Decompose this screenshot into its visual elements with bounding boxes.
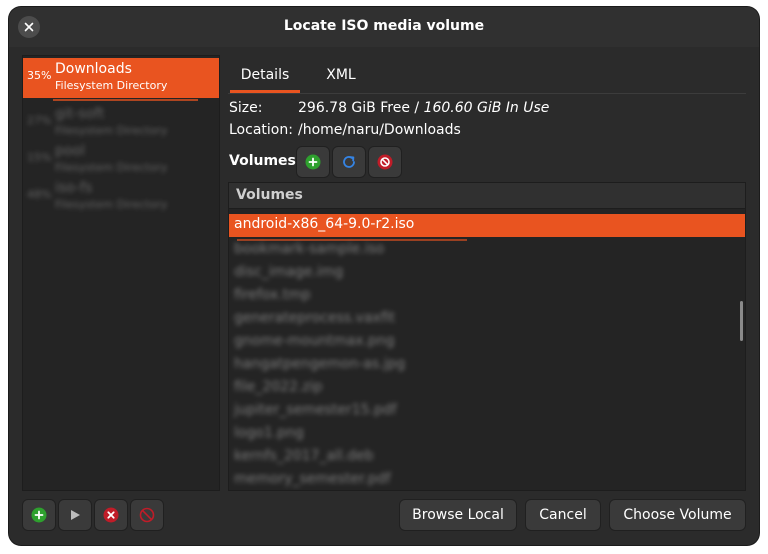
volume-row[interactable]: hangatpengemon-as.jpg	[229, 354, 745, 377]
volume-row[interactable]: disc_image.img	[229, 262, 745, 285]
stop-icon	[139, 507, 155, 523]
refresh-volumes-button[interactable]	[332, 146, 366, 178]
dialog-window: Locate ISO media volume 35% Downloads Fi…	[9, 7, 759, 545]
directory-type: Filesystem Directory	[55, 79, 168, 92]
delete-volume-button[interactable]	[368, 146, 402, 178]
location-label: Location:	[229, 122, 293, 138]
directory-item[interactable]: 27% git-soft Filesystem Directory	[23, 103, 219, 143]
directory-type: Filesystem Directory	[55, 161, 168, 174]
add-icon	[305, 154, 321, 170]
delete-icon	[103, 507, 119, 523]
tab-divider	[228, 93, 746, 94]
directory-list[interactable]: 35% Downloads Filesystem Directory 27% g…	[22, 55, 220, 491]
volume-list-header[interactable]: Volumes	[229, 183, 745, 209]
title-bar: Locate ISO media volume	[9, 7, 759, 47]
location-value: /home/naru/Downloads	[298, 122, 461, 138]
directory-name: iso-fs	[55, 180, 93, 196]
directory-name: pool	[55, 143, 85, 159]
size-in-use: 160.60 GiB In Use	[423, 100, 550, 116]
volume-row[interactable]: gnome-mountmax.png	[229, 331, 745, 354]
size-free: 296.78 GiB Free /	[298, 100, 424, 116]
volume-row[interactable]: jupiter_semester15.pdf	[229, 400, 745, 423]
volume-row[interactable]: file_2022.zip	[229, 377, 745, 400]
stop-pool-button[interactable]	[94, 499, 128, 531]
stop-icon	[377, 154, 393, 170]
usage-percent: 15%	[27, 151, 52, 164]
add-volume-button[interactable]	[296, 146, 330, 178]
delete-pool-button[interactable]	[130, 499, 164, 531]
usage-percent: 35%	[27, 69, 52, 82]
volume-list[interactable]: Volumes android-x86_64-9.0-r2.iso bookma…	[228, 182, 746, 491]
usage-percent: 48%	[27, 188, 52, 201]
window-title: Locate ISO media volume	[283, 18, 485, 34]
directory-type: Filesystem Directory	[55, 198, 168, 211]
add-pool-button[interactable]	[22, 499, 56, 531]
directory-name: Downloads	[55, 61, 132, 77]
refresh-icon	[343, 156, 355, 168]
usage-bar	[53, 99, 198, 101]
directory-item[interactable]: 48% iso-fs Filesystem Directory	[23, 177, 219, 217]
volume-row[interactable]: firefox.tmp	[229, 285, 745, 308]
add-icon	[31, 507, 47, 523]
volume-row[interactable]: bookmark-sample.iso	[229, 239, 745, 262]
cancel-button[interactable]: Cancel	[525, 499, 601, 531]
directory-item[interactable]: 15% pool Filesystem Directory	[23, 140, 219, 180]
volume-row[interactable]: logo1.png	[229, 423, 745, 446]
volume-row[interactable]: generateprocess.vaxfit	[229, 308, 745, 331]
browse-local-button[interactable]: Browse Local	[399, 499, 517, 531]
tab-xml[interactable]: XML	[318, 63, 364, 93]
size-label: Size:	[229, 100, 263, 116]
usage-percent: 27%	[27, 114, 52, 127]
scrollbar[interactable]	[740, 301, 743, 341]
play-icon	[71, 510, 80, 520]
tab-details[interactable]: Details	[230, 63, 300, 93]
directory-item[interactable]: 35% Downloads Filesystem Directory	[23, 58, 219, 98]
choose-volume-button[interactable]: Choose Volume	[609, 499, 746, 531]
column-header-volumes: Volumes	[236, 187, 303, 203]
size-value: 296.78 GiB Free / 160.60 GiB In Use	[298, 100, 549, 116]
volume-row[interactable]: memory_semester.pdf	[229, 469, 745, 490]
directory-type: Filesystem Directory	[55, 124, 168, 137]
start-pool-button[interactable]	[58, 499, 92, 531]
volumes-label: Volumes	[229, 153, 296, 169]
volume-row[interactable]: kernfs_2017_all.deb	[229, 446, 745, 469]
directory-name: git-soft	[55, 106, 105, 122]
volume-row[interactable]: android-x86_64-9.0-r2.iso	[229, 214, 745, 237]
